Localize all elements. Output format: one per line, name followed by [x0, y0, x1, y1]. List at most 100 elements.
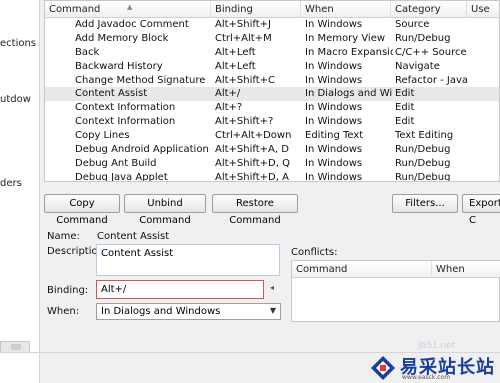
cell-category: Source — [395, 19, 430, 30]
binding-label: Binding: — [47, 285, 89, 296]
when-select[interactable]: In Dialogs and Windows ▼ — [96, 303, 281, 320]
cell-binding: Alt+Shift+? — [215, 116, 274, 128]
name-label: Name: — [47, 231, 80, 242]
keys-table[interactable]: Command ▲ Binding When Category Use Add … — [44, 0, 500, 182]
cell-binding: Alt+Shift+D, A — [215, 171, 289, 182]
watermark-url: jb51.net — [418, 341, 456, 351]
copy-command-button[interactable]: Copy Command — [44, 194, 120, 226]
conflicts-label: Conflicts: — [291, 247, 338, 258]
sort-ascending-icon: ▲ — [127, 3, 133, 11]
tree-item-fragment[interactable]: utdow — [0, 94, 31, 105]
cell-when: In Windows — [305, 102, 363, 114]
cell-command: Debug Ant Build — [75, 157, 157, 169]
watermark-logo-icon — [371, 356, 395, 380]
when-label: When: — [47, 306, 80, 317]
cell-command: Content Assist — [75, 88, 148, 100]
cell-when: In Macro Expansio... — [305, 46, 393, 58]
cell-command: Add Javadoc Comment — [75, 19, 189, 30]
cell-category: Run/Debug — [395, 171, 451, 182]
conflicts-column-when[interactable]: When — [432, 261, 500, 278]
filters-button[interactable]: Filters... — [392, 194, 458, 213]
watermark-subtitle: www.easck.com — [402, 374, 451, 381]
cell-binding: Alt+Shift+D, Q — [215, 157, 290, 169]
conflicts-column-command[interactable]: Command — [292, 261, 432, 278]
description-field[interactable]: Content Assist — [96, 244, 280, 276]
binding-input-value: Alt+/ — [101, 284, 127, 295]
cell-binding: Ctrl+Alt+M — [215, 32, 272, 44]
table-row[interactable]: Back Alt+Left In Macro Expansio...C/C++ So… — [45, 46, 499, 60]
cell-binding: Alt+Left — [215, 46, 256, 58]
unbind-command-button[interactable]: Unbind Command — [124, 194, 206, 226]
scrollbar-thumb[interactable] — [11, 344, 21, 350]
table-body: Add Javadoc Comment Alt+Shift+J In Windows… — [45, 18, 499, 182]
cell-when: In Memory View — [305, 32, 386, 44]
cell-binding: Alt+Shift+J — [215, 19, 271, 30]
cell-category: C/C++ Source — [395, 46, 467, 58]
export-csv-button[interactable]: Export C — [462, 194, 500, 226]
table-row[interactable]: Debug Java Applet Alt+Shift+D, A In Window… — [45, 171, 499, 182]
cell-category: Navigate — [395, 60, 440, 72]
chevron-down-icon: ▼ — [269, 306, 276, 315]
cell-when: In Windows — [305, 157, 363, 169]
cell-binding: Ctrl+Alt+Down — [215, 130, 292, 142]
column-header-label: Command — [49, 4, 101, 15]
when-select-value: In Dialogs and Windows — [101, 306, 221, 317]
cell-binding: Alt+/ — [215, 88, 241, 100]
cell-category: Refactor - Java — [395, 74, 469, 86]
column-header-user[interactable]: Use — [467, 1, 499, 18]
table-row[interactable]: Content Assist Alt+/ In Dialogs and Win...… — [45, 87, 499, 102]
cell-category: Run/Debug — [395, 32, 451, 44]
binding-menu-arrow-icon[interactable]: ◂ — [270, 283, 274, 292]
cell-command: Debug Android Application — [75, 144, 209, 156]
name-value: Content Assist — [97, 231, 170, 242]
cell-command: Backward History — [75, 60, 163, 72]
cell-when: Editing Text — [305, 130, 364, 142]
cell-command: Add Memory Block — [75, 32, 169, 44]
cell-command: Copy Lines — [75, 130, 130, 142]
conflicts-table[interactable]: Command When — [291, 260, 500, 322]
tree-item-fragment[interactable]: ections — [0, 38, 36, 49]
cell-category: Edit — [395, 116, 415, 128]
column-header-command[interactable]: Command ▲ — [45, 1, 211, 18]
table-row[interactable]: Backward History Alt+Left In Windows Naviga… — [45, 60, 499, 74]
cell-binding: Alt+Shift+C — [215, 74, 276, 86]
cell-binding: Alt+? — [215, 102, 243, 114]
cell-when: In Windows — [305, 144, 363, 156]
cell-command: Change Method Signature — [75, 74, 206, 86]
table-row[interactable]: Context Information Alt+? In Windows Edit — [45, 101, 499, 115]
cell-command: Debug Java Applet — [75, 171, 168, 182]
cell-category: Edit — [395, 88, 415, 100]
cell-category: Run/Debug — [395, 157, 451, 169]
cell-command: Context Information — [75, 102, 176, 114]
table-row[interactable]: Context Information Alt+Shift+? In Windows… — [45, 115, 499, 129]
table-header: Command ▲ Binding When Category Use — [45, 1, 499, 18]
column-header-category[interactable]: Category — [391, 1, 467, 18]
cell-binding: Alt+Left — [215, 60, 256, 72]
cell-when: In Dialogs and Win... — [305, 88, 393, 100]
restore-command-button[interactable]: Restore Command — [212, 194, 298, 226]
cell-command: Context Information — [75, 116, 176, 128]
cell-category: Run/Debug — [395, 144, 451, 156]
tree-item-fragment[interactable]: ders — [0, 178, 22, 189]
table-row[interactable]: Change Method Signature Alt+Shift+C In Win… — [45, 74, 499, 88]
table-row[interactable]: Add Memory Block Ctrl+Alt+M In Memory View… — [45, 32, 499, 46]
cell-when: In Windows — [305, 19, 363, 30]
column-header-binding[interactable]: Binding — [211, 1, 301, 18]
table-row[interactable]: Debug Ant Build Alt+Shift+D, Q In Windows R… — [45, 157, 499, 171]
cell-when: In Windows — [305, 171, 363, 182]
cell-category: Edit — [395, 102, 415, 114]
cell-when: In Windows — [305, 60, 363, 72]
cell-command: Back — [75, 46, 100, 58]
cell-when: In Windows — [305, 116, 363, 128]
preferences-tree-panel: ections utdow ders — [0, 0, 40, 383]
column-header-when[interactable]: When — [301, 1, 391, 18]
site-watermark: jb51.net 易采站长站 www.easck.com — [360, 341, 500, 383]
description-text: Content Assist — [101, 248, 174, 259]
table-row[interactable]: Copy Lines Ctrl+Alt+Down Editing Text Text … — [45, 129, 499, 143]
binding-input[interactable]: Alt+/ — [96, 280, 264, 299]
cell-binding: Alt+Shift+A, D — [215, 144, 289, 156]
cell-category: Text Editing — [395, 130, 454, 142]
cell-when: In Windows — [305, 74, 363, 86]
table-row[interactable]: Debug Android Application Alt+Shift+A, D I… — [45, 143, 499, 157]
table-row[interactable]: Add Javadoc Comment Alt+Shift+J In Windows… — [45, 18, 499, 32]
